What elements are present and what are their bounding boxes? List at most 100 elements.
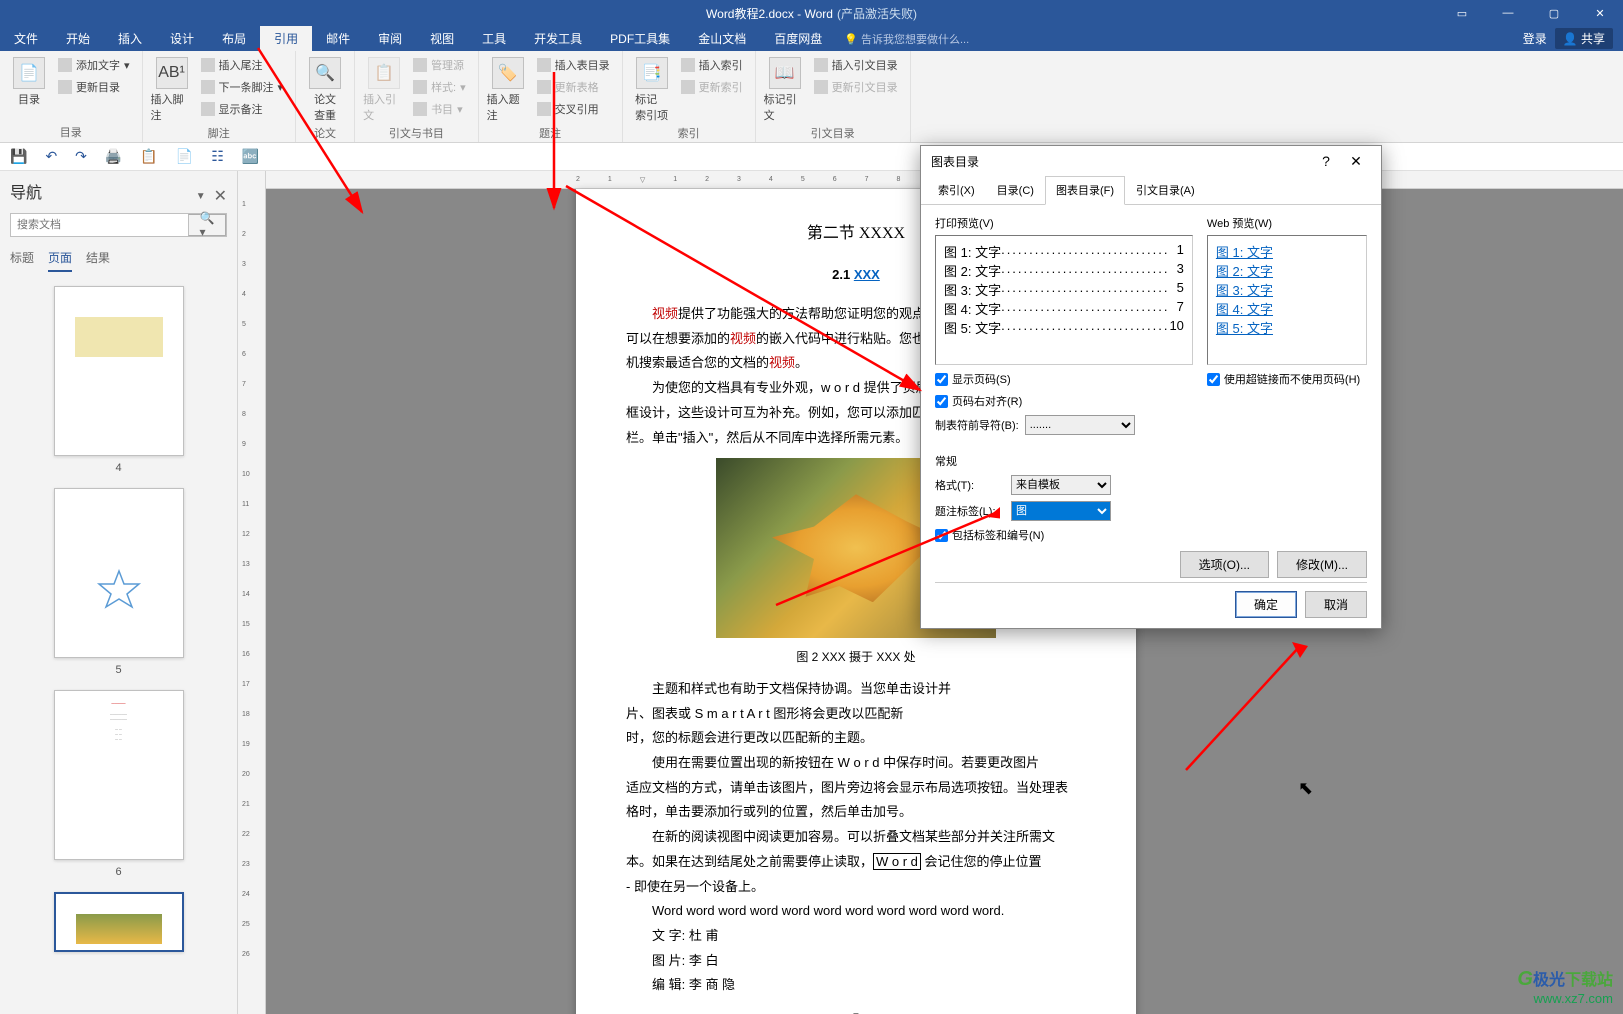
dialog-tab-index[interactable]: 索引(X) [927,176,986,204]
insert-table-of-figures-button[interactable]: 插入表目录 [533,55,614,75]
tab-view[interactable]: 视图 [416,26,468,51]
mark-index-icon: 📑 [636,57,668,89]
tab-tools[interactable]: 工具 [468,26,520,51]
ok-button[interactable]: 确定 [1235,591,1297,618]
general-label: 常规 [935,453,1367,469]
undo-icon[interactable]: ↶ [45,148,57,165]
vertical-ruler: 1234567891011121314151617181920212223242… [238,171,266,1014]
update-index-button[interactable]: 更新索引 [677,77,747,97]
page-thumbnail[interactable]: 5 [16,488,221,676]
menu-bar: 文件 开始 插入 设计 布局 引用 邮件 审阅 视图 工具 开发工具 PDF工具… [0,26,1623,51]
options-button[interactable]: 选项(O)... [1180,551,1269,578]
format-label: 格式(T): [935,477,1005,493]
qat-icon-3[interactable]: 📄 [176,148,193,165]
tell-me-input[interactable]: 💡 告诉我您想要做什么... [844,31,969,47]
save-icon[interactable]: 💾 [10,148,27,165]
print-preview-label: 打印预览(V) [935,215,1193,231]
help-icon[interactable]: ? [1311,153,1341,169]
manage-sources-button[interactable]: 管理源 [409,55,470,75]
tab-developer[interactable]: 开发工具 [520,26,596,51]
style-dropdown[interactable]: 样式: ▾ [409,77,470,97]
mark-index-button[interactable]: 📑标记 索引项 [631,55,673,123]
qat-icon-2[interactable]: 📋 [140,148,157,165]
bibliography-button[interactable]: 书目 ▾ [409,99,470,119]
include-label-checkbox[interactable] [935,529,948,542]
endnote-icon [201,58,215,72]
caption-label-select[interactable]: 图 [1011,501,1111,521]
qat-icon-4[interactable]: ☷ [211,148,224,165]
format-select[interactable]: 来自模板 [1011,475,1111,495]
next-footnote-button[interactable]: 下一条脚注 ▾ [197,77,288,97]
dialog-tab-tof[interactable]: 图表目录(F) [1045,176,1125,205]
modify-button[interactable]: 修改(M)... [1277,551,1367,578]
maximize-button[interactable]: ▢ [1531,0,1577,26]
update-toa-button[interactable]: 更新引文目录 [810,77,902,97]
credit-line: 编 辑: 李 商 隐 [626,973,1086,998]
paper-check-button[interactable]: 🔍论文 查重 [304,55,346,123]
page-thumbnail[interactable] [16,892,221,952]
tab-layout[interactable]: 布局 [208,26,260,51]
nav-tab-results[interactable]: 结果 [86,249,110,272]
insert-footnote-button[interactable]: AB¹插入脚注 [151,55,193,123]
redo-icon[interactable]: ↷ [75,148,87,165]
footnote-icon: AB¹ [156,57,188,89]
tab-home[interactable]: 开始 [52,26,104,51]
paragraph: 片、图表或 S m a r t A r t 图形将会更改以匹配新 [626,702,1086,727]
dialog-close-icon[interactable]: ✕ [1341,153,1371,170]
cross-reference-button[interactable]: 交叉引用 [533,99,614,119]
ribbon-opts-icon[interactable]: ▭ [1439,0,1485,26]
ribbon: 📄目录 添加文字 ▾ 更新目录 目录 AB¹插入脚注 插入尾注 下一条脚注 ▾ … [0,51,1623,143]
toa-icon [814,58,828,72]
caption-label-label: 题注标签(L): [935,503,1005,519]
insert-idx-icon [681,58,695,72]
group-paper-label: 论文 [304,125,346,141]
dialog-tab-toc[interactable]: 目录(C) [986,176,1045,204]
update-toc-button[interactable]: 更新目录 [54,77,134,97]
show-notes-icon [201,102,215,116]
right-align-checkbox[interactable] [935,395,948,408]
login-link[interactable]: 登录 [1523,30,1547,47]
nav-close-icon[interactable]: ✕ [214,186,227,206]
include-label-label: 包括标签和编号(N) [952,527,1044,543]
show-pages-checkbox[interactable] [935,373,948,386]
qat-icon-1[interactable]: 🖨️ [105,148,122,165]
cancel-button[interactable]: 取消 [1305,591,1367,618]
nav-search-input[interactable] [11,214,188,236]
tab-kingsoft[interactable]: 金山文档 [684,26,760,51]
tab-insert[interactable]: 插入 [104,26,156,51]
paragraph: 格时，单击要添加行或列的位置，然后单击加号。 [626,800,1086,825]
page-number: 6 [16,866,221,878]
tab-baidu[interactable]: 百度网盘 [760,26,836,51]
insert-index-button[interactable]: 插入索引 [677,55,747,75]
update-table-button[interactable]: 更新表格 [533,77,614,97]
page-thumbnail[interactable]: ───────────────── ── ── ─6 [16,690,221,878]
share-button[interactable]: 👤 共享 [1555,28,1613,49]
search-icon[interactable]: 🔍 ▾ [188,214,226,236]
leader-select[interactable]: ....... [1025,415,1135,435]
web-preview-label: Web 预览(W) [1207,215,1367,231]
tab-review[interactable]: 审阅 [364,26,416,51]
qat-icon-5[interactable]: 🔤 [242,148,259,165]
nav-dropdown-icon[interactable]: ▼ [196,191,206,202]
insert-toa-button[interactable]: 插入引文目录 [810,55,902,75]
mark-citation-button[interactable]: 📖标记引文 [764,55,806,123]
nav-tab-headings[interactable]: 标题 [10,249,34,272]
insert-caption-button[interactable]: 🏷️插入题注 [487,55,529,123]
tab-pdf[interactable]: PDF工具集 [596,26,684,51]
close-button[interactable]: ✕ [1577,0,1623,26]
tab-references[interactable]: 引用 [260,26,312,51]
tab-design[interactable]: 设计 [156,26,208,51]
tab-file[interactable]: 文件 [0,26,52,51]
dialog-tab-toa[interactable]: 引文目录(A) [1125,176,1206,204]
nav-tab-pages[interactable]: 页面 [48,249,72,272]
minimize-button[interactable]: — [1485,0,1531,26]
tab-mailings[interactable]: 邮件 [312,26,364,51]
hyperlinks-checkbox[interactable] [1207,373,1220,386]
toc-button[interactable]: 📄目录 [8,55,50,107]
insert-citation-button[interactable]: 📋插入引文 [363,55,405,123]
add-text-button[interactable]: 添加文字 ▾ [54,55,134,75]
show-notes-button[interactable]: 显示备注 [197,99,288,119]
insert-endnote-button[interactable]: 插入尾注 [197,55,288,75]
doc-title: Word教程2.docx - Word [706,5,833,22]
page-thumbnail[interactable]: 4 [16,286,221,474]
